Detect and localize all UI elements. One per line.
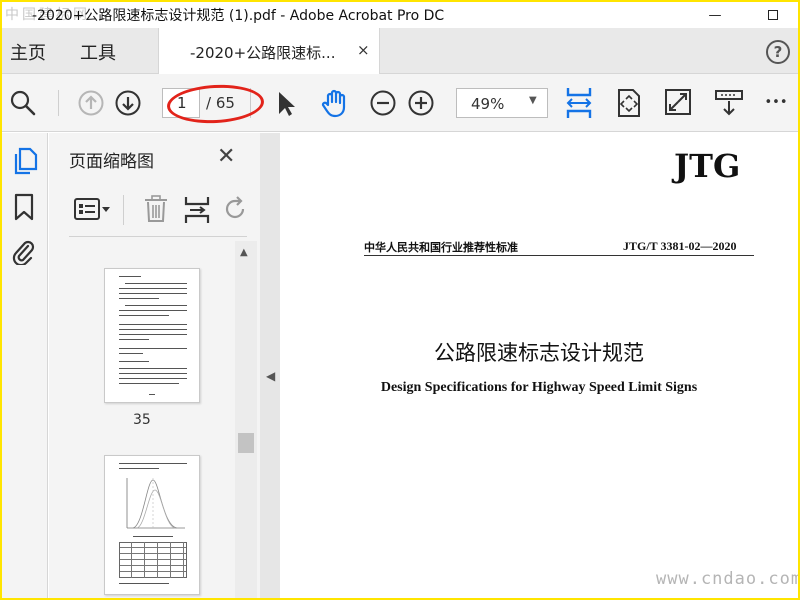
panel-collapse-handle[interactable]: ◀ bbox=[260, 133, 280, 598]
thumbnail-scrollbar[interactable]: ▲ bbox=[235, 241, 257, 598]
thumb-text-line bbox=[119, 468, 159, 469]
document-view[interactable]: JTG 中华人民共和国行业推荐性标准 JTG/T 3381-02—2020 公路… bbox=[280, 133, 798, 598]
title-bar: 中国建标网 -2020+公路限速标志设计规范 (1).pdf - Adobe A… bbox=[2, 2, 798, 28]
search-icon[interactable] bbox=[10, 90, 36, 116]
thumb-text-line bbox=[119, 288, 187, 289]
thumb-text-line bbox=[119, 329, 187, 330]
thumb-text-line bbox=[119, 339, 149, 340]
thumb-text-line bbox=[119, 315, 169, 316]
thumb-text-line bbox=[119, 334, 187, 335]
page-thumbnail-35[interactable] bbox=[104, 268, 200, 403]
thumb-text-line bbox=[119, 583, 169, 584]
help-icon[interactable]: ? bbox=[766, 40, 790, 64]
full-screen-icon[interactable] bbox=[664, 88, 692, 116]
maximize-button[interactable] bbox=[753, 2, 793, 28]
thumbnail-panel: 页面缩略图 ✕ 35 ▲ bbox=[49, 133, 260, 598]
thumb-text-line bbox=[125, 283, 187, 284]
thumb-text-line bbox=[149, 394, 155, 395]
thumb-text-line bbox=[119, 368, 187, 369]
thumb-text-line bbox=[119, 276, 141, 277]
minimize-button[interactable]: — bbox=[692, 2, 738, 28]
panel-title: 页面缩略图 bbox=[69, 152, 154, 172]
thumbnail-page-label: 35 bbox=[133, 412, 151, 428]
tab-tools[interactable]: 工具 bbox=[80, 39, 116, 65]
window-title: -2020+公路限速标志设计规范 (1).pdf - Adobe Acrobat… bbox=[32, 8, 445, 24]
document-tab-label: -2020+公路限速标... bbox=[190, 44, 336, 62]
zoom-value: 49% bbox=[471, 95, 505, 113]
thumb-text-line bbox=[119, 378, 187, 379]
close-tab-button[interactable]: × bbox=[357, 41, 370, 59]
chevron-down-icon: ▼ bbox=[529, 95, 537, 106]
more-tools-icon[interactable]: ••• bbox=[762, 92, 790, 112]
page-thumbnail-36[interactable] bbox=[104, 455, 200, 595]
thumb-text-line bbox=[119, 293, 187, 294]
insert-page-icon[interactable] bbox=[183, 195, 211, 225]
hand-tool-icon[interactable] bbox=[320, 88, 350, 118]
thumb-text-line bbox=[119, 353, 143, 354]
zoom-out-icon[interactable] bbox=[370, 90, 396, 116]
thumb-text-line bbox=[119, 324, 187, 325]
thumb-chart-figure bbox=[126, 478, 185, 529]
scroll-up-icon[interactable]: ▲ bbox=[240, 247, 248, 258]
acrobat-window: 中国建标网 -2020+公路限速标志设计规范 (1).pdf - Adobe A… bbox=[2, 2, 798, 598]
toolbar-separator bbox=[58, 90, 59, 116]
tab-bar: 主页 工具 -2020+公路限速标... × ? bbox=[2, 28, 798, 74]
read-mode-icon[interactable] bbox=[714, 88, 744, 118]
thumb-text-line bbox=[119, 361, 149, 362]
select-cursor-icon[interactable] bbox=[276, 90, 296, 118]
rotate-icon[interactable] bbox=[223, 195, 247, 223]
thumb-text-line bbox=[119, 348, 187, 349]
maximize-icon bbox=[768, 10, 778, 20]
previous-page-icon[interactable] bbox=[78, 90, 104, 116]
close-panel-button[interactable]: ✕ bbox=[217, 144, 235, 169]
next-page-icon[interactable] bbox=[115, 90, 141, 116]
bookmark-icon[interactable] bbox=[13, 193, 35, 221]
thumb-text-line bbox=[119, 373, 187, 374]
left-navigation-rail bbox=[2, 133, 48, 598]
panel-toolbar bbox=[69, 181, 247, 237]
delete-icon[interactable] bbox=[143, 195, 169, 223]
document-title-en: Design Specifications for Highway Speed … bbox=[380, 380, 698, 395]
panel-separator bbox=[123, 195, 124, 225]
toolbar: 1 / 65 49% ▼ ••• bbox=[2, 74, 798, 132]
fit-width-icon[interactable] bbox=[564, 86, 594, 120]
tab-home[interactable]: 主页 bbox=[10, 39, 46, 65]
thumb-table-grid bbox=[119, 542, 187, 578]
thumb-text-line bbox=[119, 310, 187, 311]
thumb-text-line bbox=[133, 536, 173, 537]
collapse-arrow-icon: ◀ bbox=[266, 369, 276, 383]
zoom-select[interactable]: 49% ▼ bbox=[456, 88, 548, 118]
thumb-text-line bbox=[119, 463, 187, 464]
thumb-text-line bbox=[125, 305, 187, 306]
thumb-text-line bbox=[119, 298, 159, 299]
thumbnail-options-icon[interactable] bbox=[73, 195, 113, 223]
scrollbar-thumb[interactable] bbox=[238, 433, 254, 453]
page-thumbnails-icon[interactable] bbox=[12, 147, 38, 175]
fit-page-icon[interactable] bbox=[616, 88, 642, 118]
header-rule bbox=[364, 255, 754, 256]
jtg-logo: JTG bbox=[674, 147, 741, 185]
site-watermark: www.cndao.com bbox=[656, 569, 798, 589]
thumb-text-line bbox=[119, 383, 179, 384]
standard-category: 中华人民共和国行业推荐性标准 bbox=[364, 241, 518, 254]
zoom-in-icon[interactable] bbox=[408, 90, 434, 116]
document-tab[interactable]: -2020+公路限速标... × bbox=[158, 28, 380, 74]
attachment-icon[interactable] bbox=[10, 237, 36, 265]
document-title-cn: 公路限速标志设计规范 bbox=[434, 341, 644, 365]
standard-number: JTG/T 3381-02—2020 bbox=[623, 239, 737, 253]
